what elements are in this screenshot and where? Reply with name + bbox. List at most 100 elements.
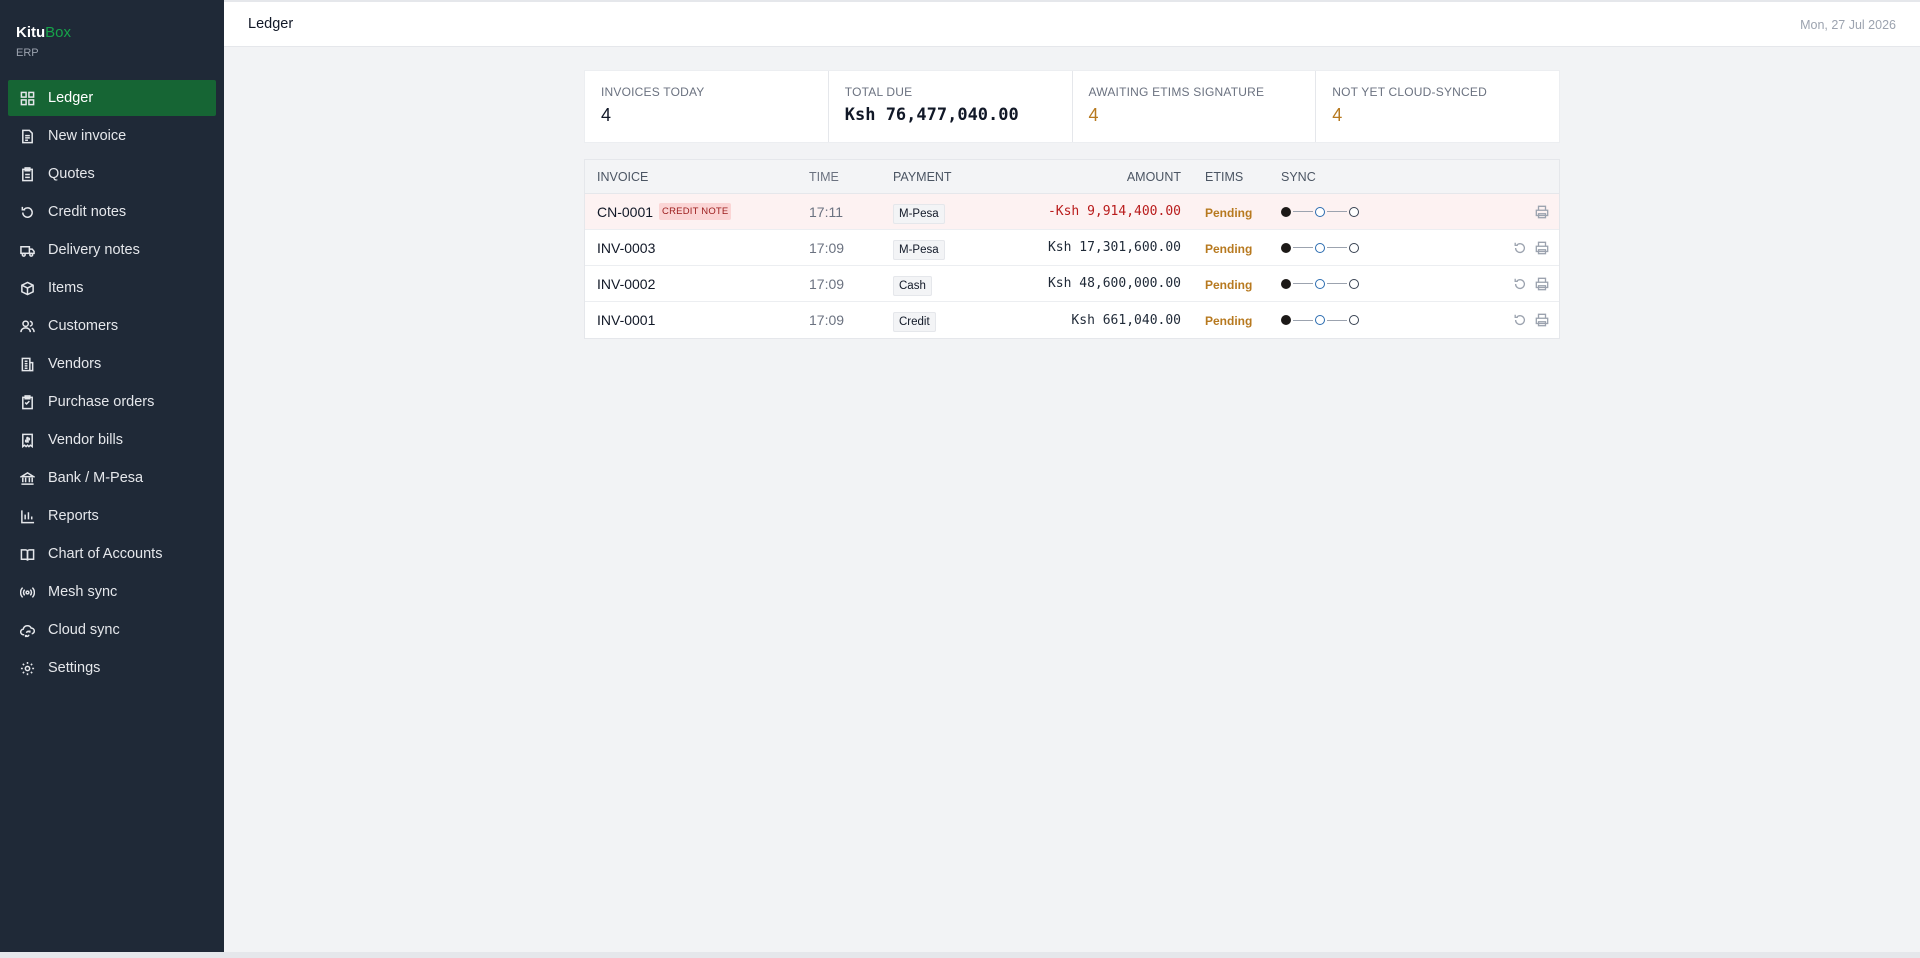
sync-status-indicator	[1281, 278, 1431, 289]
clipboard-icon	[20, 166, 35, 182]
brand-subtitle: ERP	[16, 47, 39, 59]
sidebar-item-label: Vendor bills	[48, 432, 123, 448]
payment-cell: Cash	[891, 275, 1021, 296]
sidebar-item-label: Ledger	[48, 90, 94, 106]
sidebar-item-purchase-orders[interactable]: Purchase orders	[8, 384, 216, 420]
invoice-number[interactable]: INV-0002	[597, 276, 655, 292]
sidebar-item-label: Settings	[48, 660, 101, 676]
sync-dot-cloud	[1349, 278, 1359, 289]
sidebar-item-settings[interactable]: Settings	[8, 650, 216, 686]
sidebar-item-label: Delivery notes	[48, 242, 140, 258]
sync-dot-local	[1281, 315, 1291, 325]
bank-icon	[20, 471, 35, 486]
column-header-etims: ETIMS	[1205, 169, 1244, 184]
invoice-number[interactable]: INV-0001	[597, 312, 655, 328]
sidebar-item-label: New invoice	[48, 128, 127, 144]
credit-note-undo-icon[interactable]	[1513, 241, 1527, 255]
sidebar-item-label: Items	[48, 280, 84, 296]
payment-cell: M-Pesa	[891, 239, 1021, 260]
sync-dot-mesh	[1315, 315, 1325, 325]
header-date: Mon, 27 Jul 2026	[1800, 18, 1896, 32]
stat-label: TOTAL DUE	[844, 85, 913, 99]
sidebar-item-label: Quotes	[48, 166, 95, 182]
sync-dot-mesh	[1315, 206, 1325, 217]
table-row[interactable]: INV-0003 17:09 M-Pesa Ksh 17,301,600.00 …	[585, 230, 1559, 266]
sidebar-item-cloud-sync[interactable]: Cloud sync	[8, 612, 216, 648]
gear-icon	[20, 661, 35, 676]
sync-status-indicator	[1281, 315, 1431, 325]
sync-connector	[1293, 283, 1313, 284]
sidebar-item-label: Customers	[48, 318, 119, 334]
invoice-time: 17:09	[809, 239, 845, 256]
table-row[interactable]: INV-0001 17:09 Credit Ksh 661,040.00 Pen…	[585, 302, 1559, 338]
table-row[interactable]: INV-0002 17:09 Cash Ksh 48,600,000.00 Pe…	[585, 266, 1559, 302]
etims-cell: Pending	[1181, 240, 1281, 256]
invoice-time: 17:11	[809, 203, 843, 220]
stat-label: NOT YET CLOUD-SYNCED	[1332, 85, 1487, 99]
sync-dot-local	[1281, 242, 1291, 253]
payment-cell: M-Pesa	[891, 203, 1021, 224]
payment-method-chip: M-Pesa	[893, 203, 945, 224]
invoice-number[interactable]: INV-0003	[597, 240, 655, 256]
invoice-time: 17:09	[809, 312, 845, 328]
row-actions	[1431, 241, 1559, 255]
sync-status-indicator	[1281, 242, 1431, 253]
invoice-number[interactable]: CN-0001	[597, 204, 653, 220]
sidebar-item-delivery-notes[interactable]: Delivery notes	[8, 232, 216, 268]
row-actions	[1431, 205, 1559, 219]
stat-invoices-today: INVOICES TODAY 4	[585, 71, 829, 142]
users-icon	[20, 319, 35, 334]
sidebar-item-vendors[interactable]: Vendors	[8, 346, 216, 382]
print-icon[interactable]	[1535, 241, 1549, 255]
sync-dot-mesh	[1315, 242, 1325, 253]
sidebar-item-items[interactable]: Items	[8, 270, 216, 306]
clipboard-list-icon	[20, 394, 35, 410]
sidebar: KituBox ERP Ledger New invoice Quotes Cr…	[0, 0, 224, 958]
sidebar-item-label: Bank / M-Pesa	[48, 470, 144, 486]
sidebar-item-chart-of-accounts[interactable]: Chart of Accounts	[8, 536, 216, 572]
document-icon	[20, 129, 35, 144]
grid-icon	[20, 91, 35, 106]
column-header-time: TIME	[809, 169, 839, 184]
etims-status: Pending	[1205, 314, 1253, 328]
sidebar-item-quotes[interactable]: Quotes	[8, 156, 216, 192]
invoice-amount: Ksh 17,301,600.00	[1047, 240, 1181, 255]
stat-label: AWAITING ETIMS SIGNATURE	[1088, 85, 1265, 99]
sync-connector	[1327, 319, 1347, 321]
radio-icon	[20, 585, 35, 600]
stat-value: 4	[1332, 105, 1343, 125]
undo-icon	[20, 205, 35, 220]
credit-note-undo-icon[interactable]	[1513, 313, 1527, 327]
invoice-amount: Ksh 661,040.00	[1071, 312, 1181, 328]
etims-cell: Pending	[1181, 276, 1281, 292]
sync-connector	[1293, 247, 1313, 248]
print-icon[interactable]	[1535, 205, 1549, 219]
sync-connector	[1327, 283, 1347, 284]
sidebar-item-new-invoice[interactable]: New invoice	[8, 118, 216, 154]
sidebar-item-credit-notes[interactable]: Credit notes	[8, 194, 216, 230]
sidebar-item-ledger[interactable]: Ledger	[8, 80, 216, 116]
payment-method-chip: Cash	[893, 275, 932, 296]
sidebar-item-reports[interactable]: Reports	[8, 498, 216, 534]
row-actions	[1431, 277, 1559, 291]
print-icon[interactable]	[1535, 313, 1549, 327]
book-icon	[20, 547, 35, 562]
sidebar-item-vendor-bills[interactable]: Vendor bills	[8, 422, 216, 458]
sync-status-indicator	[1281, 206, 1431, 217]
sidebar-item-customers[interactable]: Customers	[8, 308, 216, 344]
column-header-invoice: INVOICE	[597, 169, 649, 184]
credit-note-undo-icon[interactable]	[1513, 277, 1527, 291]
sync-connector	[1293, 319, 1313, 321]
stat-value: 4	[601, 105, 612, 125]
package-icon	[20, 281, 35, 296]
table-row[interactable]: CN-0001 CREDIT NOTE 17:11 M-Pesa -Ksh 9,…	[585, 194, 1559, 230]
stats-bar: INVOICES TODAY 4 TOTAL DUE Ksh 76,477,04…	[584, 70, 1560, 143]
sync-dot-local	[1281, 278, 1291, 289]
sidebar-item-mesh-sync[interactable]: Mesh sync	[8, 574, 216, 610]
page-title: Ledger	[248, 16, 294, 32]
sync-connector	[1327, 211, 1347, 212]
print-icon[interactable]	[1535, 277, 1549, 291]
sidebar-item-bank-mpesa[interactable]: Bank / M-Pesa	[8, 460, 216, 496]
stat-not-cloud-synced: NOT YET CLOUD-SYNCED 4	[1316, 71, 1559, 142]
stat-label: INVOICES TODAY	[601, 85, 705, 99]
